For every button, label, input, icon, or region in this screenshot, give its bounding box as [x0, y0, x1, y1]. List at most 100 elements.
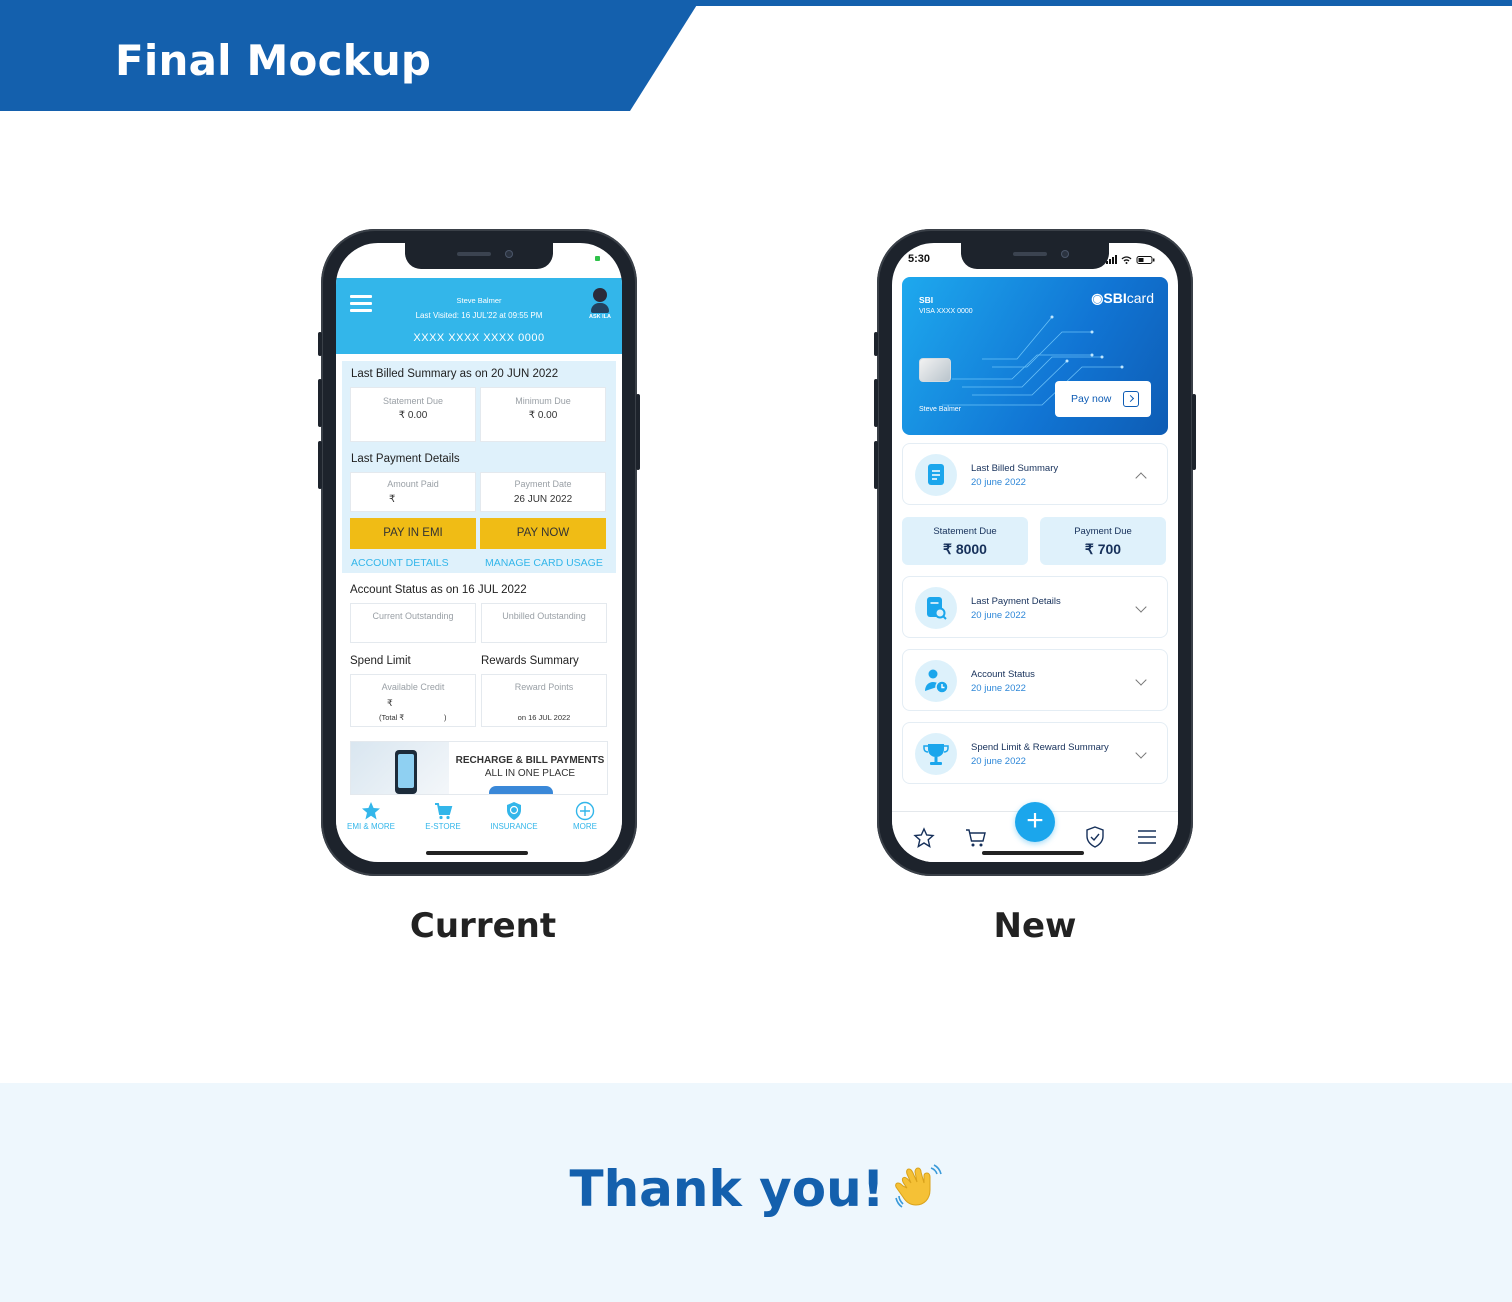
billing-section: Last Billed Summary as on 20 JUN 2022 St…	[342, 361, 616, 573]
last-billed-summary-row[interactable]: Last Billed Summary 20 june 2022	[902, 443, 1168, 505]
minimum-due-box: Minimum Due ₹ 0.00	[480, 387, 606, 442]
minimum-due-value: ₹ 0.00	[528, 410, 558, 421]
current-outstanding-box: Current Outstanding	[350, 603, 476, 643]
amount-paid-label: Amount Paid	[387, 479, 439, 489]
promo-illustration	[351, 742, 449, 794]
nav-label: EMI & MORE	[346, 822, 395, 831]
status-bar-icons	[1106, 255, 1155, 264]
amount-paid-box: Amount Paid ₹	[350, 472, 476, 512]
page-title: Final Mockup	[115, 36, 432, 85]
receipt-search-icon	[915, 587, 957, 629]
cart-icon[interactable]	[964, 827, 988, 849]
spend-limit-reward-row[interactable]: Spend Limit & Reward Summary 20 june 202…	[902, 722, 1168, 784]
promo-headline: RECHARGE & BILL PAYMENTS	[455, 755, 605, 766]
statement-due-value: ₹ 8000	[943, 541, 987, 557]
available-credit-box: Available Credit ₹ (Total ₹ )	[350, 674, 476, 727]
payment-date-label: Payment Date	[514, 479, 572, 489]
payment-due-label: Payment Due	[1074, 526, 1132, 537]
chevron-down-icon[interactable]	[1135, 674, 1147, 686]
logo-text-light: card	[1126, 290, 1154, 306]
explore-now-button[interactable]	[489, 786, 553, 794]
phone-volume-up-button	[318, 379, 322, 427]
row-title: Last Payment Details	[971, 596, 1061, 607]
pay-in-emi-button[interactable]: PAY IN EMI	[350, 518, 476, 549]
card-holder-name: Steve Balmer	[919, 406, 962, 413]
thank-you-text: Thank you!	[569, 1160, 885, 1218]
payment-date-value: 26 JUN 2022	[513, 494, 573, 505]
reward-points-date: on 16 JUL 2022	[517, 713, 571, 722]
old-app-header: Steve Balmer Last Visited: 16 JUL'22 at …	[336, 278, 622, 354]
sbi-card-logo: ◉SBIcard	[1091, 290, 1154, 306]
row-title: Spend Limit & Reward Summary	[971, 742, 1109, 753]
account-status-heading: Account Status as on 16 JUL 2022	[350, 584, 527, 596]
phone-volume-down-button	[318, 441, 322, 489]
star-icon[interactable]	[913, 827, 935, 849]
current-caption: Current	[409, 906, 557, 946]
payment-due-value: ₹ 700	[1084, 541, 1122, 557]
pay-now-button[interactable]: PAY NOW	[480, 518, 606, 549]
statement-due-label: Statement Due	[382, 396, 444, 406]
old-bottom-nav: EMI & MORE E-STORE INSURANCE MORE	[336, 795, 622, 841]
trophy-icon	[915, 733, 957, 775]
reward-points-label: Reward Points	[514, 682, 574, 692]
nav-more[interactable]: MORE	[553, 801, 617, 831]
plus-circle-icon	[575, 801, 595, 821]
home-indicator	[426, 851, 528, 855]
logo-text-bold: SBI	[1103, 290, 1127, 306]
statement-due-value: ₹ 0.00	[398, 410, 428, 421]
cart-icon	[435, 803, 453, 820]
shield-icon	[507, 802, 521, 820]
shield-check-icon[interactable]	[1084, 825, 1106, 849]
document-icon	[915, 454, 957, 496]
amount-paid-value: ₹	[389, 494, 396, 505]
current-phone-mockup: Steve Balmer Last Visited: 16 JUL'22 at …	[318, 229, 640, 876]
row-date: 20 june 2022	[971, 756, 1026, 767]
user-clock-icon	[915, 660, 957, 702]
battery-indicator	[595, 256, 600, 261]
statement-due-box: Statement Due ₹ 0.00	[350, 387, 476, 442]
nav-e-store[interactable]: E-STORE	[411, 801, 475, 831]
last-visited-text: Last Visited: 16 JUL'22 at 09:55 PM	[415, 311, 543, 320]
spend-limit-heading: Spend Limit	[350, 655, 411, 667]
last-payment-details-row[interactable]: Last Payment Details 20 june 2022	[902, 576, 1168, 638]
masked-card-number: XXXX XXXX XXXX 0000	[413, 332, 545, 344]
manage-card-usage-link[interactable]: MANAGE CARD USAGE	[485, 557, 603, 569]
recharge-promo-banner[interactable]: RECHARGE & BILL PAYMENTS ALL IN ONE PLAC…	[350, 741, 608, 795]
available-credit-value: ₹	[387, 698, 393, 708]
chevron-down-icon[interactable]	[1135, 601, 1147, 613]
nav-label: INSURANCE	[490, 822, 538, 831]
waving-hand-icon	[894, 1164, 942, 1208]
chevron-up-icon[interactable]	[1135, 472, 1147, 484]
rewards-summary-heading: Rewards Summary	[481, 655, 579, 667]
unbilled-outstanding-box: Unbilled Outstanding	[481, 603, 607, 643]
chevron-down-icon[interactable]	[1135, 747, 1147, 759]
last-payment-heading: Last Payment Details	[351, 453, 460, 465]
phone-mute-button	[874, 332, 878, 356]
card-chip-icon	[919, 358, 951, 382]
row-date: 20 june 2022	[971, 683, 1026, 694]
phone-mute-button	[318, 332, 322, 356]
row-date: 20 june 2022	[971, 477, 1026, 488]
nav-emi-more[interactable]: EMI & MORE	[339, 801, 403, 831]
menu-icon[interactable]	[1136, 828, 1158, 846]
statement-due-tile: Statement Due ₹ 8000	[902, 517, 1028, 565]
add-icon[interactable]: +	[1015, 802, 1055, 842]
ask-ila-assistant-button[interactable]: ASK ILA	[588, 288, 612, 322]
payment-date-box: Payment Date 26 JUN 2022	[480, 472, 606, 512]
current-app-screen: Steve Balmer Last Visited: 16 JUL'22 at …	[336, 243, 622, 862]
phone-power-button	[1192, 394, 1196, 470]
card-bank-name: SBI	[919, 295, 934, 305]
account-details-link[interactable]: ACCOUNT DETAILS	[351, 557, 449, 569]
nav-insurance[interactable]: INSURANCE	[482, 801, 546, 831]
user-name: Steve Balmer	[456, 296, 502, 305]
phone-notch	[961, 243, 1109, 269]
unbilled-outstanding-label: Unbilled Outstanding	[502, 611, 586, 621]
minimum-due-label: Minimum Due	[515, 396, 571, 406]
pay-now-button[interactable]: Pay now	[1055, 381, 1151, 417]
account-status-row[interactable]: Account Status 20 june 2022	[902, 649, 1168, 711]
total-credit-label: (Total ₹	[379, 713, 405, 722]
status-time: 5:30	[908, 253, 931, 265]
reward-points-box: Reward Points on 16 JUL 2022	[481, 674, 607, 727]
nav-label: E-STORE	[425, 822, 461, 831]
phone-volume-up-button	[874, 379, 878, 427]
